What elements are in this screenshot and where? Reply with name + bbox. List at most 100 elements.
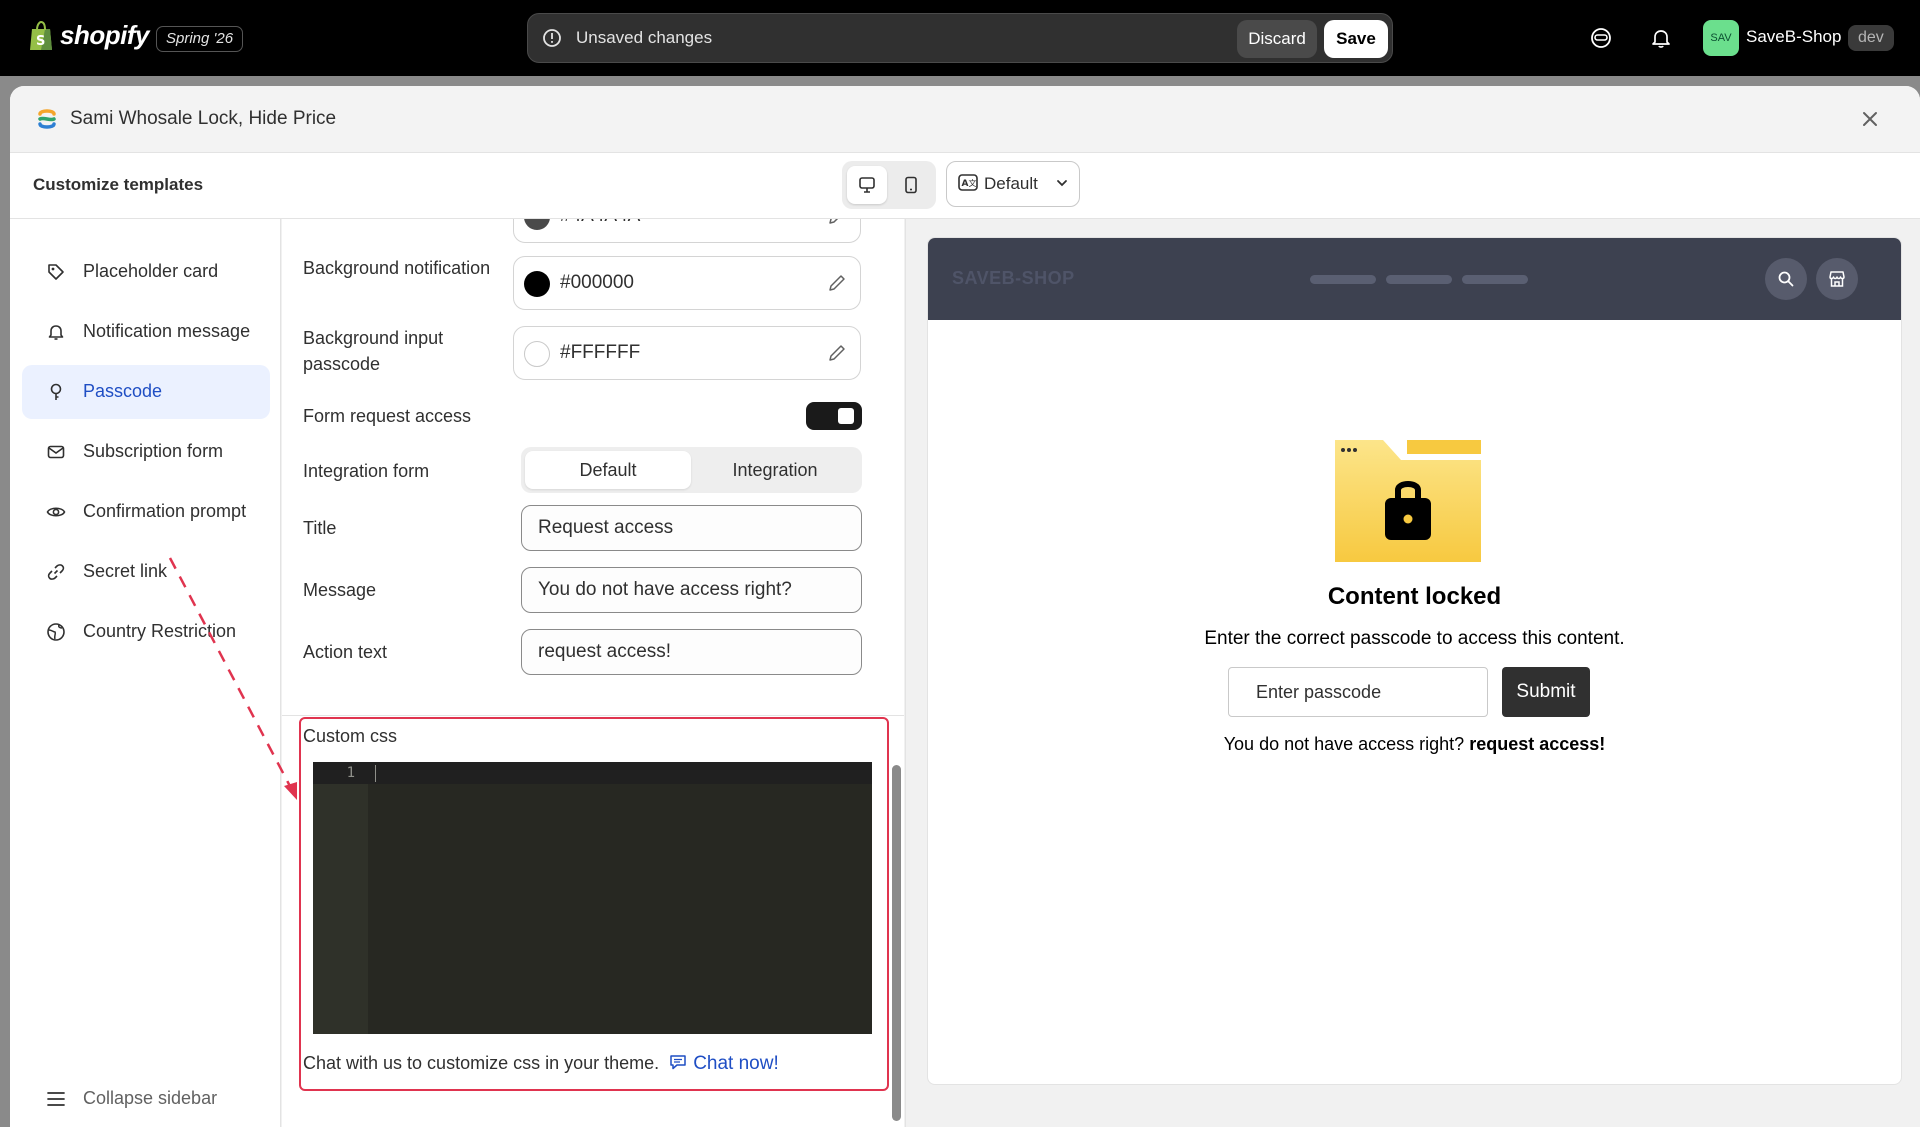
request-access-line: You do not have access right? request ac… (928, 734, 1901, 755)
segment-default[interactable]: Default (525, 451, 691, 489)
storefront-preview: SAVEB-SHOP Content locked Enter the corr… (927, 237, 1902, 1085)
sidebar-item-country-restriction[interactable]: Country Restriction (22, 605, 270, 659)
pencil-icon[interactable] (826, 272, 848, 294)
submit-button[interactable]: Submit (1502, 667, 1590, 717)
admin-topbar: S shopify Spring '26 Unsaved changes Dis… (0, 0, 1920, 76)
app-logo-icon (38, 109, 56, 129)
sidebar-item-label: Placeholder card (83, 261, 219, 281)
template-toolbar: Customize templates A 文 Default (10, 153, 1920, 219)
chat-help-text: Chat with us to customize css in your th… (303, 1053, 660, 1073)
unsaved-changes-text: Unsaved changes (576, 28, 713, 47)
pencil-icon[interactable] (826, 342, 848, 364)
color-swatch[interactable] (524, 271, 550, 297)
mobile-icon (905, 176, 917, 194)
sidebar-item-confirmation-prompt[interactable]: Confirmation prompt (22, 485, 270, 539)
action-text-input[interactable]: request access! (521, 629, 862, 675)
chat-help-line: Chat with us to customize css in your th… (303, 1052, 779, 1075)
text-cursor (375, 765, 376, 782)
link-icon (47, 564, 65, 580)
page-title: Customize templates (33, 175, 204, 194)
sidebar-item-placeholder-card[interactable]: Placeholder card (22, 245, 270, 299)
sidebar-item-label: Notification message (83, 321, 251, 341)
app-modal: Sami Whosale Lock, Hide Price Customize … (10, 86, 1920, 1127)
key-icon (50, 383, 62, 400)
language-select-value: Default (984, 174, 1038, 193)
desktop-view-button[interactable] (847, 166, 887, 204)
chat-now-link[interactable]: Chat now! (693, 1053, 779, 1074)
sidebar-item-label: Confirmation prompt (83, 501, 247, 521)
css-code-editor[interactable]: 1 (313, 762, 872, 1034)
shopify-logo[interactable]: S shopify (28, 20, 149, 51)
editor-gutter (313, 762, 368, 1034)
collapse-sidebar-button[interactable]: Collapse sidebar (22, 1079, 270, 1119)
globe-icon (47, 623, 65, 641)
form-request-label: Form request access (303, 406, 472, 426)
action-text-label: Action text (303, 642, 388, 662)
bg-notification-label: Background notification (303, 258, 491, 278)
sidebar-item-passcode[interactable]: Passcode (22, 365, 270, 419)
sidekick-icon[interactable] (1589, 26, 1613, 50)
color-value: #000000 (560, 272, 634, 293)
chat-bubble-icon (670, 1055, 686, 1070)
request-access-link[interactable]: request access! (1469, 734, 1605, 754)
locked-folder-icon (1335, 440, 1481, 562)
integration-form-label: Integration form (303, 461, 430, 481)
unsaved-changes-bar: Unsaved changes Discard Save (527, 13, 1393, 63)
device-toggle (842, 161, 936, 209)
store-shop-button[interactable] (1816, 258, 1858, 300)
translate-icon: A 文 (958, 174, 978, 191)
form-request-toggle[interactable] (806, 402, 862, 430)
request-text: You do not have access right? (1223, 734, 1465, 754)
bg-input-label: Background input passcode (303, 328, 444, 374)
title-input[interactable]: Request access (521, 505, 862, 551)
sidebar-item-label: Secret link (83, 561, 168, 581)
modal-header: Sami Whosale Lock, Hide Price (10, 86, 1920, 153)
save-button[interactable]: Save (1324, 20, 1388, 58)
color-swatch[interactable] (524, 219, 550, 230)
settings-scrollbar[interactable] (892, 765, 901, 1121)
store-search-button[interactable] (1765, 258, 1807, 300)
segment-integration[interactable]: Integration (692, 451, 858, 489)
sidebar-item-secret-link[interactable]: Secret link (22, 545, 270, 599)
color-input-partial[interactable]: #4A4A4A (513, 219, 861, 243)
color-swatch[interactable] (524, 341, 550, 367)
sidebar-item-subscription-form[interactable]: Subscription form (22, 425, 270, 479)
shopify-bag-icon: S (30, 20, 52, 50)
message-input[interactable]: You do not have access right? (521, 567, 862, 613)
nav-placeholder (1310, 275, 1376, 284)
passcode-input[interactable]: Enter passcode (1228, 667, 1488, 717)
sidebar-item-label: Subscription form (83, 441, 224, 461)
store-icon (1829, 271, 1845, 287)
locked-title: Content locked (1327, 583, 1502, 610)
pencil-icon[interactable] (826, 219, 848, 227)
toggle-knob (838, 408, 854, 424)
bell-icon[interactable] (1649, 26, 1673, 50)
locked-subtitle: Enter the correct passcode to access thi… (1204, 628, 1625, 649)
brand-name: shopify (60, 20, 149, 50)
integration-form-segmented: Default Integration (521, 447, 862, 493)
collapse-sidebar-label: Collapse sidebar (83, 1088, 218, 1108)
message-label: Message (303, 580, 377, 600)
version-badge: Spring '26 (156, 26, 244, 52)
sidebar-item-notification-message[interactable]: Notification message (22, 305, 270, 359)
search-icon (1778, 271, 1794, 287)
sidebar-item-label: Passcode (83, 381, 163, 401)
store-name[interactable]: SaveB-Shop (1746, 27, 1841, 47)
template-sidebar: Placeholder card Notification message Pa… (10, 219, 281, 1127)
editor-active-line (313, 762, 872, 784)
bg-input-color-input[interactable]: #FFFFFF (513, 326, 861, 380)
discard-button[interactable]: Discard (1237, 20, 1317, 58)
store-logo: SAVEB-SHOP (952, 268, 1075, 288)
language-select[interactable]: A 文 Default (946, 161, 1080, 207)
close-icon[interactable] (1858, 107, 1882, 131)
mobile-view-button[interactable] (891, 166, 931, 204)
chevron-down-icon (1057, 180, 1067, 187)
modal-title: Sami Whosale Lock, Hide Price (70, 108, 337, 129)
color-value: #4A4A4A (560, 219, 640, 227)
bell-icon (48, 325, 64, 340)
svg-text:文: 文 (969, 178, 977, 188)
store-avatar[interactable]: SAV (1703, 20, 1739, 56)
mail-icon (47, 445, 65, 459)
bg-notification-color-input[interactable]: #000000 (513, 256, 861, 310)
eye-icon (46, 507, 66, 517)
